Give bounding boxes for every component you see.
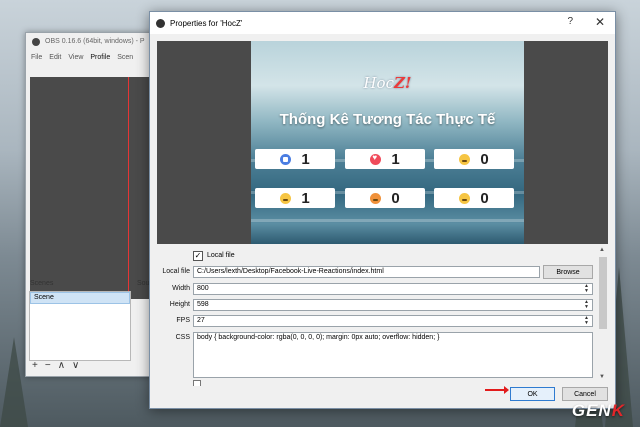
scroll-down-icon[interactable]: ▼ — [599, 374, 605, 380]
local-file-input[interactable]: C:/Users/lexth/Desktop/Facebook-Live-Rea… — [193, 266, 540, 278]
help-button[interactable]: ? — [567, 16, 573, 27]
annotation-arrow — [485, 386, 509, 394]
reaction-card-like: 1 — [255, 149, 335, 169]
move-down-icon[interactable]: ∨ — [72, 360, 79, 371]
local-file-row: Local file C:/Users/lexth/Desktop/Facebo… — [157, 265, 600, 279]
local-file-check-row: ✓ Local file — [157, 250, 600, 262]
partial-checkbox[interactable] — [193, 380, 201, 386]
width-value: 800 — [197, 285, 209, 292]
properties-dialog: Properties for 'HocZ' ? ✕ HocZ! Thống Kê… — [149, 11, 616, 409]
reaction-count: 1 — [301, 150, 310, 168]
width-spinbox[interactable]: 800 ▲ ▼ — [193, 283, 593, 295]
reaction-count: 0 — [480, 189, 489, 207]
height-row: Height 598 ▲ ▼ — [157, 299, 600, 311]
next-checkbox-partial — [193, 380, 373, 386]
dialog-title: Properties for 'HocZ' — [170, 18, 243, 28]
ok-button[interactable]: OK — [510, 387, 555, 401]
menu-edit[interactable]: Edit — [49, 54, 61, 61]
tree-silhouette — [0, 337, 28, 427]
spin-arrows-icon[interactable]: ▲ ▼ — [584, 300, 589, 310]
scenes-label: Scenes — [30, 280, 54, 287]
width-label: Width — [172, 285, 190, 292]
local-file-label: Local file — [162, 268, 190, 275]
reaction-card-haha: 1 — [255, 188, 335, 208]
scene-toolbar: + − ∧ ∨ — [32, 360, 79, 371]
height-label: Height — [169, 301, 190, 308]
cancel-button[interactable]: Cancel — [562, 387, 608, 401]
close-button[interactable]: ✕ — [595, 15, 605, 29]
fps-spinbox[interactable]: 27 ▲ ▼ — [193, 315, 593, 327]
obs-main-window: OBS 0.16.6 (64bit, windows) - P File Edi… — [25, 32, 165, 377]
like-icon — [280, 153, 292, 165]
reaction-count: 0 — [480, 150, 489, 168]
obs-preview[interactable] — [30, 77, 155, 299]
move-up-icon[interactable]: ∧ — [58, 360, 65, 371]
reaction-card-love: 1 — [345, 149, 425, 169]
height-spinbox[interactable]: 598 ▲ ▼ — [193, 299, 593, 311]
css-row: CSS body { background-color: rgba(0, 0, … — [157, 332, 600, 378]
genk-watermark: GENK — [571, 401, 625, 420]
hocz-logo: HocZ! — [363, 74, 412, 92]
obs-menu-bar: File Edit View Profile Scen — [26, 50, 164, 64]
obs-title-bar: OBS 0.16.6 (64bit, windows) - P — [26, 33, 164, 50]
reaction-count: 1 — [301, 189, 310, 207]
add-scene-plus-icon[interactable]: + — [32, 360, 38, 371]
obs-logo-icon — [32, 37, 40, 46]
reaction-count: 0 — [391, 189, 400, 207]
scroll-up-icon[interactable]: ▲ — [599, 247, 605, 253]
browse-button[interactable]: Browse — [543, 265, 593, 279]
spin-arrows-icon[interactable]: ▲ ▼ — [584, 316, 589, 326]
menu-profile[interactable]: Profile — [90, 54, 110, 61]
local-file-checkbox[interactable]: ✓ — [193, 251, 203, 261]
wave-decoration — [251, 219, 524, 222]
fps-row: FPS 27 ▲ ▼ — [157, 315, 600, 327]
reaction-headline: Thống Kê Tương Tác Thực Tế — [279, 111, 496, 128]
scenes-list[interactable]: Scene — [29, 291, 131, 361]
css-textarea[interactable]: body { background-color: rgba(0, 0, 0, 0… — [193, 332, 593, 378]
menu-scene-collection[interactable]: Scen — [117, 54, 133, 61]
height-value: 598 — [197, 301, 209, 308]
remove-scene-minus-icon[interactable]: − — [45, 360, 51, 371]
local-file-check-label: Local file — [207, 252, 235, 259]
preview-stage: HocZ! Thống Kê Tương Tác Thực Tế 1 1 0 1… — [251, 41, 524, 244]
reaction-card-wow: 0 — [434, 188, 514, 208]
width-row: Width 800 ▲ ▼ — [157, 283, 600, 295]
scene-list-item[interactable]: Scene — [30, 292, 130, 304]
spin-arrows-icon[interactable]: ▲ ▼ — [584, 284, 589, 294]
reaction-card-sad: 0 — [434, 149, 514, 169]
source-bounding-box — [128, 77, 129, 299]
fps-label: FPS — [176, 317, 190, 324]
scrollbar-thumb[interactable] — [599, 257, 607, 329]
fps-value: 27 — [197, 317, 205, 324]
browser-source-preview: HocZ! Thống Kê Tương Tác Thực Tế 1 1 0 1… — [157, 41, 608, 244]
dialog-title-bar: Properties for 'HocZ' ? ✕ — [150, 12, 615, 34]
reaction-count: 1 — [391, 150, 400, 168]
love-icon — [370, 153, 382, 165]
wow-icon — [459, 192, 471, 204]
properties-scrollbar[interactable]: ▲ ▼ — [597, 245, 609, 382]
angry-icon — [370, 192, 382, 204]
obs-window-title: OBS 0.16.6 (64bit, windows) - P — [45, 38, 145, 45]
obs-logo-icon — [156, 18, 165, 28]
haha-icon — [280, 192, 292, 204]
sad-icon — [459, 153, 471, 165]
css-label: CSS — [175, 334, 190, 341]
properties-panel: ✓ Local file Local file C:/Users/lexth/D… — [157, 248, 600, 386]
menu-view[interactable]: View — [68, 54, 83, 61]
menu-file[interactable]: File — [31, 54, 42, 61]
reaction-card-angry: 0 — [345, 188, 425, 208]
